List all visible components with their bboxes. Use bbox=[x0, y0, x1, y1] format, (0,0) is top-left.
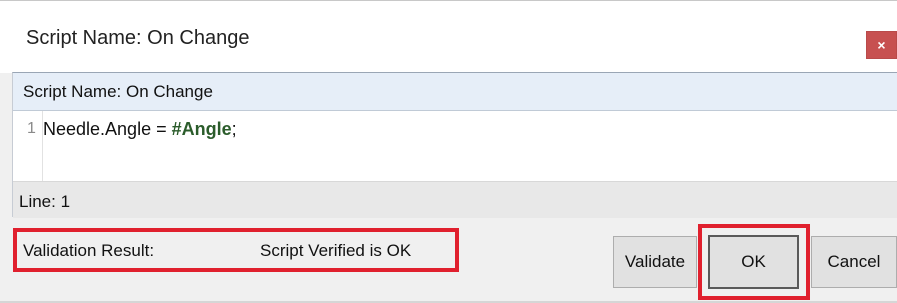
script-name-label: Script Name: On Change bbox=[23, 82, 213, 101]
script-dialog: Script Name: On Change × Script Name: On… bbox=[0, 0, 897, 303]
script-name-header: Script Name: On Change bbox=[13, 73, 897, 111]
code-operator: = bbox=[151, 119, 172, 139]
ok-button[interactable]: OK bbox=[708, 235, 799, 289]
code-line[interactable]: Needle.Angle = #Angle; bbox=[43, 119, 237, 140]
code-terminator: ; bbox=[231, 119, 237, 139]
title-bar: Script Name: On Change × bbox=[0, 1, 897, 73]
validate-button[interactable]: Validate bbox=[613, 236, 697, 288]
close-button[interactable]: × bbox=[866, 31, 897, 59]
script-panel: Script Name: On Change 1 Needle.Angle = … bbox=[12, 72, 897, 218]
line-number-gutter: 1 bbox=[13, 111, 43, 181]
code-editor[interactable]: 1 Needle.Angle = #Angle; bbox=[13, 111, 897, 181]
cancel-button[interactable]: Cancel bbox=[811, 236, 897, 288]
dialog-title: Script Name: On Change bbox=[26, 27, 250, 49]
validation-result-box: Validation Result: Script Verified is OK bbox=[13, 228, 459, 272]
validation-value: Script Verified is OK bbox=[260, 241, 412, 260]
validation-label: Validation Result: bbox=[23, 241, 155, 260]
line-status: Line: 1 bbox=[19, 192, 71, 211]
line-number: 1 bbox=[27, 120, 36, 137]
editor-status-bar: Line: 1 bbox=[13, 181, 897, 218]
code-object: Needle.Angle bbox=[43, 119, 152, 139]
code-parameter: #Angle bbox=[171, 119, 232, 139]
close-icon: × bbox=[877, 37, 886, 53]
